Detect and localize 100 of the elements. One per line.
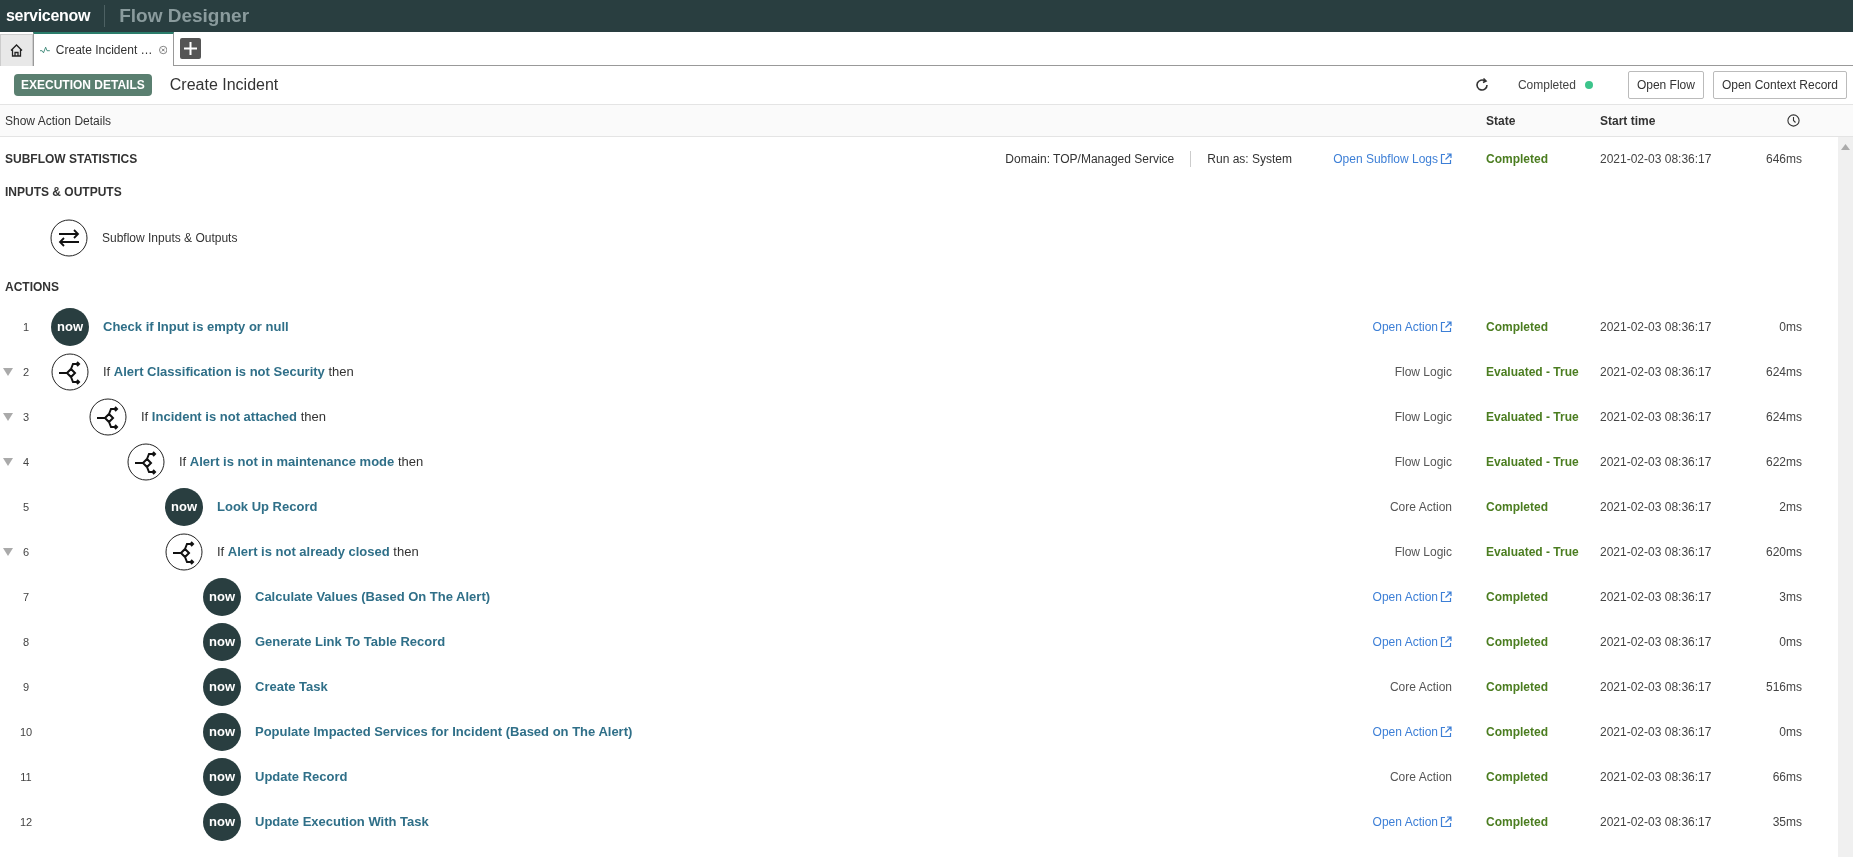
- scrollbar[interactable]: [1838, 137, 1853, 857]
- expand-caret-icon[interactable]: [2, 457, 13, 466]
- action-name[interactable]: Update Record: [255, 769, 348, 784]
- open-action-link[interactable]: Open Action: [1372, 319, 1486, 334]
- clock-icon: [1787, 114, 1800, 127]
- expand-caret-icon[interactable]: [2, 412, 13, 421]
- pulse-icon: [40, 45, 50, 55]
- duration-cell: 3ms: [1779, 589, 1802, 604]
- now-logo-icon: now: [203, 757, 241, 796]
- row-number: 3: [21, 410, 31, 423]
- scroll-up-arrow-icon[interactable]: [1841, 144, 1850, 150]
- section-title: INPUTS & OUTPUTS: [4, 185, 122, 199]
- duration-cell: 646ms: [1765, 152, 1802, 166]
- home-tab[interactable]: [0, 34, 33, 66]
- now-logo-icon: now: [165, 487, 203, 526]
- action-type: Flow Logic: [1394, 409, 1453, 424]
- row-number: 4: [21, 455, 31, 468]
- action-name[interactable]: Check if Input is empty or null: [103, 319, 289, 334]
- open-action-link[interactable]: Open Action: [1372, 589, 1486, 604]
- branch-icon: [165, 532, 203, 571]
- row-number: 1: [21, 320, 31, 333]
- show-action-details-toggle[interactable]: Show Action Details: [0, 113, 1252, 128]
- duration-cell: 0ms: [1779, 634, 1802, 649]
- action-name[interactable]: Generate Link To Table Record: [255, 634, 446, 649]
- action-type: Core Action: [1389, 679, 1453, 694]
- open-action-link[interactable]: Open Action: [1372, 814, 1486, 829]
- duration-cell: 66ms: [1772, 769, 1802, 784]
- start-time-cell-text: 2021-02-03 08:36:17: [1600, 364, 1713, 379]
- now-logo-icon: now: [203, 622, 241, 661]
- close-icon[interactable]: [158, 44, 167, 56]
- duration-cell: 2ms: [1779, 499, 1802, 514]
- open-action-link[interactable]: Open Action: [1372, 634, 1486, 649]
- run-as-label: Run as: System: [1207, 152, 1292, 166]
- app-title: Flow Designer: [119, 5, 250, 27]
- external-link-icon: [1440, 635, 1452, 648]
- start-time-cell-text: 2021-02-03 08:36:17: [1600, 544, 1713, 559]
- external-link-icon: [1440, 590, 1452, 603]
- state-cell-text: Completed: [1486, 724, 1549, 739]
- now-logo-icon: now: [203, 802, 241, 841]
- now-logo-icon: now: [203, 667, 241, 706]
- start-time-cell-text: 2021-02-03 08:36:17: [1600, 589, 1713, 604]
- column-header: State: [1486, 113, 1517, 128]
- state-cell-text: Evaluated - True: [1486, 409, 1580, 424]
- action-type: Flow Logic: [1394, 544, 1453, 559]
- branch-icon: [51, 352, 89, 391]
- refresh-icon[interactable]: [1473, 77, 1490, 93]
- state-cell-text: Evaluated - True: [1486, 364, 1580, 379]
- start-time-cell-text: 2021-02-03 08:36:17: [1600, 319, 1713, 334]
- state-cell-text: Completed: [1486, 152, 1549, 166]
- start-time-cell-text: 2021-02-03 08:36:17: [1600, 152, 1713, 166]
- row-number: 12: [18, 815, 34, 828]
- action-name[interactable]: Create Task: [255, 679, 328, 694]
- condition-label[interactable]: If Incident is not attached then: [141, 409, 326, 424]
- duration-cell: 624ms: [1765, 364, 1802, 379]
- duration-cell: 0ms: [1779, 319, 1802, 334]
- action-type: Flow Logic: [1394, 454, 1453, 469]
- open-action-link[interactable]: Open Action: [1372, 724, 1486, 739]
- subflow-inputs-outputs-item[interactable]: Subflow Inputs & Outputs: [102, 231, 238, 245]
- start-time-cell-text: 2021-02-03 08:36:17: [1600, 499, 1713, 514]
- flow-tab[interactable]: Create Incident …: [33, 32, 174, 66]
- header-button[interactable]: Open Flow: [1627, 71, 1704, 99]
- add-tab-button[interactable]: [180, 38, 201, 59]
- state-cell-text: Completed: [1486, 814, 1549, 829]
- servicenow-logo: servicenow: [6, 7, 91, 25]
- start-time-cell-text: 2021-02-03 08:36:17: [1600, 769, 1713, 784]
- domain-label: Domain: TOP/Managed Service: [1005, 152, 1175, 166]
- section-title: ACTIONS: [4, 279, 59, 294]
- row-number: 9: [21, 680, 31, 693]
- header-button[interactable]: Open Context Record: [1712, 71, 1847, 99]
- condition-label[interactable]: If Alert is not already closed then: [217, 544, 419, 559]
- row-number: 6: [21, 545, 31, 558]
- action-name[interactable]: Look Up Record: [217, 499, 318, 514]
- state-cell-text: Evaluated - True: [1486, 544, 1580, 559]
- external-link-icon: [1440, 725, 1452, 738]
- state-cell-text: Completed: [1486, 319, 1549, 334]
- duration-cell: 0ms: [1779, 724, 1802, 739]
- duration-cell: 620ms: [1765, 544, 1802, 559]
- start-time-cell-text: 2021-02-03 08:36:17: [1600, 724, 1713, 739]
- duration-cell: 35ms: [1772, 814, 1802, 829]
- expand-caret-icon[interactable]: [2, 547, 13, 556]
- status-label: Completed: [1517, 78, 1576, 92]
- state-cell-text: Completed: [1486, 589, 1549, 604]
- action-type: Core Action: [1389, 769, 1453, 784]
- external-link-icon: [1440, 320, 1452, 333]
- state-cell-text: Completed: [1486, 634, 1549, 649]
- action-name[interactable]: Update Execution With Task: [255, 814, 429, 829]
- action-name[interactable]: Calculate Values (Based On The Alert): [255, 589, 491, 604]
- condition-label[interactable]: If Alert is not in maintenance mode then: [179, 454, 424, 469]
- duration-cell: 516ms: [1765, 679, 1802, 694]
- expand-caret-icon[interactable]: [2, 367, 13, 376]
- row-number: 11: [19, 770, 33, 783]
- action-name[interactable]: Populate Impacted Services for Incident (Based on The Alert): [255, 724, 633, 739]
- state-cell-text: Completed: [1486, 499, 1549, 514]
- swap-arrows-icon: [50, 219, 88, 257]
- action-type: Core Action: [1389, 499, 1453, 514]
- open-subflow-logs-link[interactable]: Open Subflow Logs: [1333, 152, 1486, 166]
- condition-label[interactable]: If Alert Classification is not Security then: [103, 364, 354, 379]
- now-logo-icon: now: [203, 577, 241, 616]
- status-dot: [1584, 81, 1593, 89]
- state-cell-text: Completed: [1486, 679, 1549, 694]
